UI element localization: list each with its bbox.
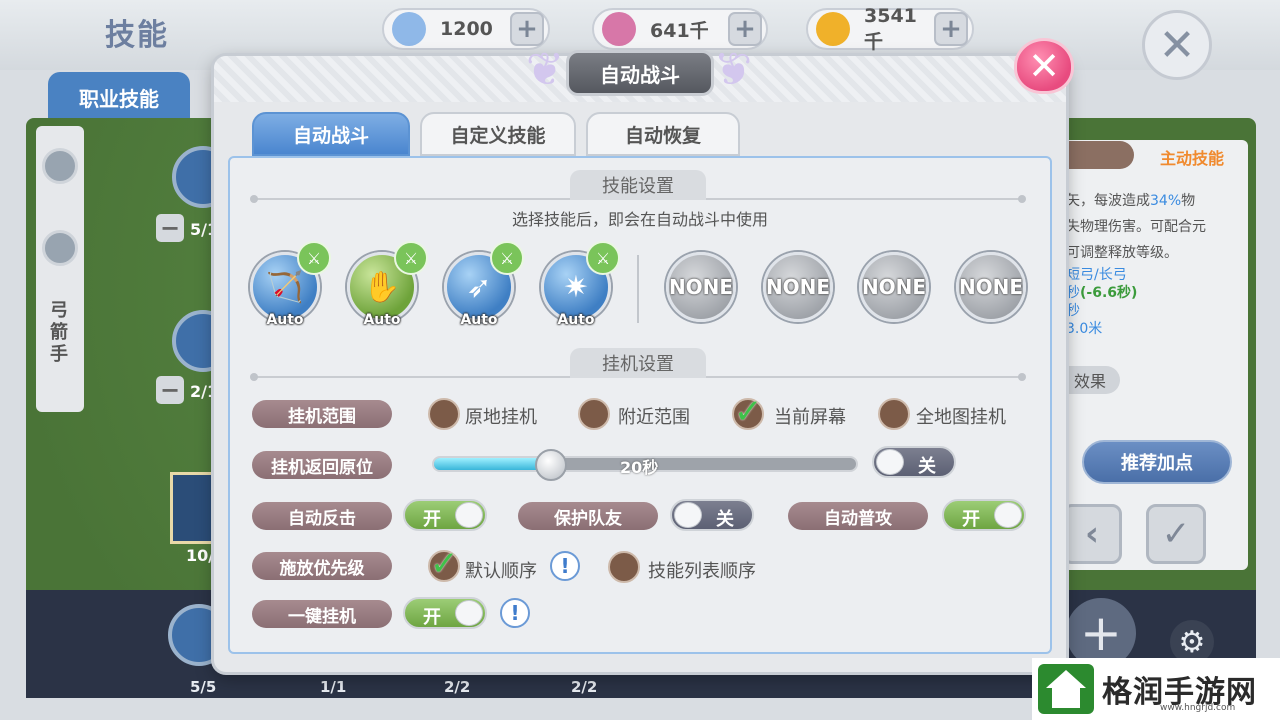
- crossed-swords-icon: ⚔: [394, 241, 428, 275]
- effect-label: 效果: [1060, 366, 1120, 394]
- radio-nearby[interactable]: [578, 398, 610, 430]
- return-home-label: 挂机返回原位: [252, 451, 392, 479]
- skill-desc-line: 可调整释放等级。: [1066, 245, 1178, 261]
- skill-range: 3.0米: [1066, 321, 1103, 337]
- pet-icon[interactable]: [42, 148, 78, 184]
- radio-whole-map[interactable]: [878, 398, 910, 430]
- coin-value: 3541千: [864, 4, 917, 53]
- class-label: 弓箭手: [50, 300, 68, 365]
- cast-priority-label: 施放优先级: [252, 552, 392, 580]
- option-label: 附近范围: [618, 407, 690, 428]
- skill-settings-subtitle: 选择技能后，即会在自动战斗中使用: [511, 210, 768, 229]
- auto-label: Auto: [363, 312, 401, 328]
- slot-count: 1/1: [320, 678, 347, 696]
- option-label: 当前屏幕: [774, 407, 846, 428]
- skill-name-banner: [1066, 141, 1134, 169]
- toggle-knob: [674, 502, 702, 528]
- idle-settings-heading: 挂机设置: [570, 348, 706, 378]
- toggle-knob: [455, 502, 483, 528]
- crossed-swords-icon: ⚔: [297, 241, 331, 275]
- toggle-knob: [455, 600, 483, 626]
- empty-skill-slot[interactable]: NONE: [666, 252, 736, 322]
- slot-count: 2/2: [571, 678, 598, 696]
- return-home-toggle[interactable]: 关: [872, 446, 956, 478]
- watermark-url: www.hngrjd.com: [1160, 703, 1236, 713]
- diamond-value: 1200: [440, 18, 493, 40]
- info-icon[interactable]: !: [500, 598, 530, 628]
- prev-button[interactable]: ‹: [1062, 504, 1122, 564]
- one-click-idle-label: 一键挂机: [252, 600, 392, 628]
- radio-default-order-checked[interactable]: ✓: [428, 547, 460, 582]
- toggle-label: 关: [716, 509, 734, 530]
- bow-class-icon[interactable]: [42, 230, 78, 266]
- divider-dot: [250, 195, 258, 203]
- skill-settings-heading: 技能设置: [570, 170, 706, 200]
- skill-minus-button[interactable]: −: [156, 376, 184, 404]
- toggle-label: 开: [962, 509, 980, 530]
- skill-weapon: 短弓/长弓: [1066, 267, 1127, 283]
- skill-cooldown: 秒(-6.6秒): [1066, 285, 1138, 301]
- skill-minus-button[interactable]: −: [156, 214, 184, 242]
- auto-label: Auto: [557, 312, 595, 328]
- empty-skill-slot[interactable]: NONE: [956, 252, 1026, 322]
- tab-auto-recover[interactable]: 自动恢复: [586, 112, 740, 156]
- diamond-icon: [392, 12, 426, 46]
- skill-desc-line: 矢，每波造成34%物: [1066, 193, 1196, 209]
- currency-coin: 3541千 +: [806, 5, 974, 53]
- confirm-button[interactable]: ✓: [1146, 504, 1206, 564]
- add-coin-button[interactable]: +: [934, 12, 968, 46]
- slot-divider: [637, 255, 639, 323]
- divider-dot: [1018, 195, 1026, 203]
- toggle-label: 关: [918, 456, 936, 477]
- divider-dot: [1018, 373, 1026, 381]
- skill-type-label: 主动技能: [1160, 149, 1225, 168]
- info-icon[interactable]: !: [550, 551, 580, 581]
- skill-cast-time: 秒: [1066, 303, 1080, 319]
- option-label: 全地图挂机: [916, 407, 1006, 428]
- auto-label: Auto: [460, 312, 498, 328]
- house-logo-icon: [1038, 664, 1094, 714]
- tab-custom-skills[interactable]: 自定义技能: [420, 112, 576, 156]
- coin-icon: [816, 12, 850, 46]
- option-label: 技能列表顺序: [648, 561, 756, 582]
- close-dialog-button[interactable]: ✕: [1014, 38, 1074, 94]
- radio-current-screen-checked[interactable]: ✓: [732, 395, 764, 430]
- crossed-swords-icon: ⚔: [490, 241, 524, 275]
- tab-class-skills[interactable]: 职业技能: [48, 72, 190, 122]
- slider-value: 20秒: [620, 458, 659, 477]
- close-skills-button[interactable]: ✕: [1142, 10, 1212, 80]
- one-click-idle-toggle[interactable]: 开: [403, 597, 487, 629]
- skill-desc-line: 失物理伤害。可配合元: [1066, 219, 1206, 235]
- protect-team-label: 保护队友: [518, 502, 658, 530]
- crystal-icon: [602, 12, 636, 46]
- dialog-title: 自动战斗: [566, 50, 714, 96]
- empty-skill-slot[interactable]: NONE: [763, 252, 833, 322]
- slot-count: 2/2: [444, 678, 471, 696]
- option-label: 原地挂机: [465, 407, 537, 428]
- divider-dot: [250, 373, 258, 381]
- auto-attack-toggle[interactable]: 开: [942, 499, 1026, 531]
- recommend-points-button[interactable]: 推荐加点: [1082, 440, 1232, 484]
- radio-skill-list-order[interactable]: [608, 551, 640, 583]
- auto-attack-label: 自动普攻: [788, 502, 928, 530]
- protect-team-toggle[interactable]: 关: [670, 499, 754, 531]
- empty-skill-slot[interactable]: NONE: [859, 252, 929, 322]
- option-label: 默认顺序: [465, 561, 537, 582]
- counter-attack-label: 自动反击: [252, 502, 392, 530]
- page-title: 技能: [105, 18, 169, 53]
- counter-attack-toggle[interactable]: 开: [403, 499, 487, 531]
- crossed-swords-icon: ⚔: [586, 241, 620, 275]
- idle-range-label: 挂机范围: [252, 400, 392, 428]
- radio-stay-in-place[interactable]: [428, 398, 460, 430]
- tab-auto-battle[interactable]: 自动战斗: [252, 112, 410, 156]
- watermark: 格润手游网: [1032, 658, 1280, 720]
- toggle-knob: [994, 502, 1022, 528]
- toggle-label: 开: [423, 509, 441, 530]
- slot-count: 5/5: [190, 678, 217, 696]
- toggle-label: 开: [423, 607, 441, 628]
- auto-label: Auto: [266, 312, 304, 328]
- toggle-knob: [876, 449, 904, 475]
